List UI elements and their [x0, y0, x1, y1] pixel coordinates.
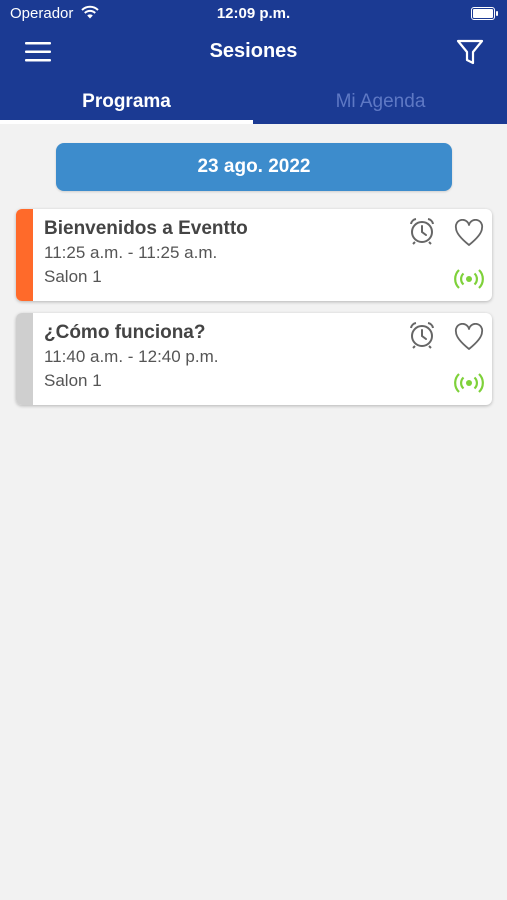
session-room: Salon 1 [44, 267, 102, 286]
alarm-icon[interactable] [408, 321, 436, 349]
tab-bar: Programa Mi Agenda [0, 84, 507, 124]
status-time: 12:09 p.m. [216, 5, 291, 22]
session-card[interactable]: Bienvenidos a Eventto 11:25 a.m. - 11:25… [16, 209, 492, 301]
page-title: Sesiones [209, 40, 298, 62]
session-time: 11:40 a.m. - 12:40 p.m. [44, 347, 219, 366]
tab-programa[interactable]: Programa [0, 84, 253, 124]
session-status-bar [16, 313, 33, 405]
session-card[interactable]: ¿Cómo funciona? 11:40 a.m. - 12:40 p.m. … [16, 313, 492, 405]
session-title: ¿Cómo funciona? [44, 322, 206, 343]
date-selector-button[interactable]: 23 ago. 2022 [56, 143, 452, 191]
heart-icon[interactable] [454, 323, 484, 351]
live-broadcast-icon [454, 269, 484, 289]
session-room: Salon 1 [44, 371, 102, 390]
tab-mi-agenda[interactable]: Mi Agenda [254, 84, 507, 124]
status-bar: Operador 12:09 p.m. [0, 0, 507, 28]
filter-icon[interactable] [455, 36, 485, 68]
session-time: 11:25 a.m. - 11:25 a.m. [44, 243, 218, 262]
battery-icon [471, 7, 498, 20]
app-header: Operador 12:09 p.m. Sesiones Programa Mi… [0, 0, 507, 124]
alarm-icon[interactable] [408, 217, 436, 245]
heart-icon[interactable] [454, 219, 484, 247]
session-status-bar [16, 209, 33, 301]
live-broadcast-icon [454, 373, 484, 393]
session-title: Bienvenidos a Eventto [44, 218, 248, 239]
